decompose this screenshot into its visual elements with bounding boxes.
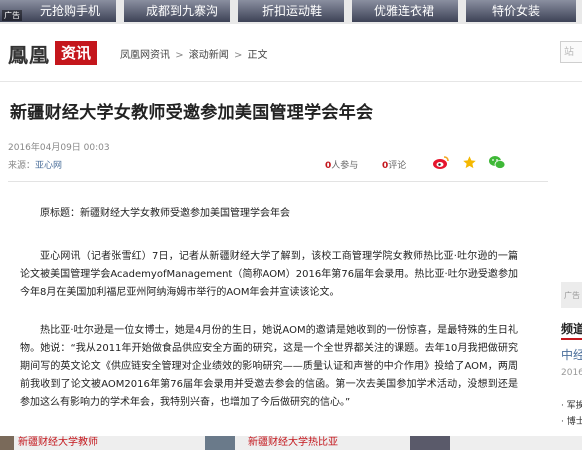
related-thumb[interactable] [205,436,235,450]
site-logo[interactable]: 鳳凰 资讯 [8,40,98,67]
ad-item[interactable]: 特价女装 [466,0,576,22]
ad-item[interactable]: 折扣运动鞋 [238,0,344,22]
article-paragraph: 亚心网讯（记者张雪红）7日，记者从新疆财经大学了解到，该校工商管理学院女教师热比… [20,251,518,298]
participants-count[interactable]: 0人参与 [325,158,358,171]
breadcrumb: 凤凰网资讯 > 滚动新闻 > 正文 [120,46,268,61]
star-icon[interactable] [460,154,478,170]
ad-label: 优雅连衣裙 [374,4,435,18]
article-source: 来源：亚心网 [8,158,62,171]
sidebar-title-underline [561,338,582,340]
ad-badge: 广告 [2,10,22,21]
breadcrumb-separator: > [233,50,243,61]
sidebar-title: 频道 [561,322,582,336]
wechat-icon[interactable] [488,154,506,170]
ad-item[interactable]: 成都到九寨沟 [124,0,230,22]
search-input[interactable]: 站 [560,41,582,63]
related-strip: 新疆财经大学教师 新疆财经大学热比亚 [0,436,582,450]
article-paragraph: 原标题：新疆财经大学女教师受邀参加美国管理学会年会 [40,208,290,219]
source-link[interactable]: 亚心网 [35,161,62,171]
sidebar-ad[interactable]: 广告 [561,282,582,308]
breadcrumb-item-current: 正文 [247,50,268,61]
breadcrumb-item-rolling[interactable]: 滚动新闻 [189,46,229,61]
participants-label: 人参与 [331,161,359,171]
weibo-icon[interactable] [432,154,450,170]
source-label: 来源： [8,161,36,171]
ad-item[interactable]: 元抢购手机 广告 [0,0,116,22]
sidebar-ad-badge: 广告 [564,291,580,300]
article-date: 2016年04月09日 00:03 [8,143,110,153]
ad-label: 元抢购手机 [40,4,101,18]
related-thumb[interactable] [410,436,450,450]
meta-divider [8,181,548,182]
comments-count[interactable]: 0评论 [382,158,406,171]
site-header: 鳳凰 资讯 凤凰网资讯 > 滚动新闻 > 正文 站 [0,24,582,80]
breadcrumb-separator: > [175,50,184,61]
ad-label: 特价女装 [492,4,541,18]
logo-channel-text: 资讯 [55,41,98,65]
top-ad-strip: 元抢购手机 广告 成都到九寨沟 折扣运动鞋 优雅连衣裙 特价女装 [0,0,582,24]
ad-label: 成都到九寨沟 [146,4,219,18]
sidebar-list-item[interactable]: · 博士 [561,414,582,427]
breadcrumb-item-home[interactable]: 凤凰网资讯 [120,46,170,61]
related-link[interactable]: 新疆财经大学热比亚 [248,436,338,450]
header-divider [0,81,582,82]
comments-label: 评论 [388,161,407,171]
article-paragraph: 热比亚·吐尔逊是一位女博士，她是4月份的生日，她说AOM的邀请是她收到的一份惊喜… [20,325,518,408]
article-title: 新疆财经大学女教师受邀参加美国管理学会年会 [10,103,374,123]
related-thumb[interactable] [0,436,14,450]
logo-main-text: 鳳凰 [8,42,50,67]
sidebar-news-date: 2016- [561,368,582,378]
ad-label: 折扣运动鞋 [262,4,323,18]
ad-item[interactable]: 优雅连衣裙 [352,0,458,22]
related-link[interactable]: 新疆财经大学教师 [18,436,98,450]
sidebar-news-link[interactable]: 中经 [561,346,582,363]
sidebar-list-item[interactable]: · 军挨 [561,398,582,411]
